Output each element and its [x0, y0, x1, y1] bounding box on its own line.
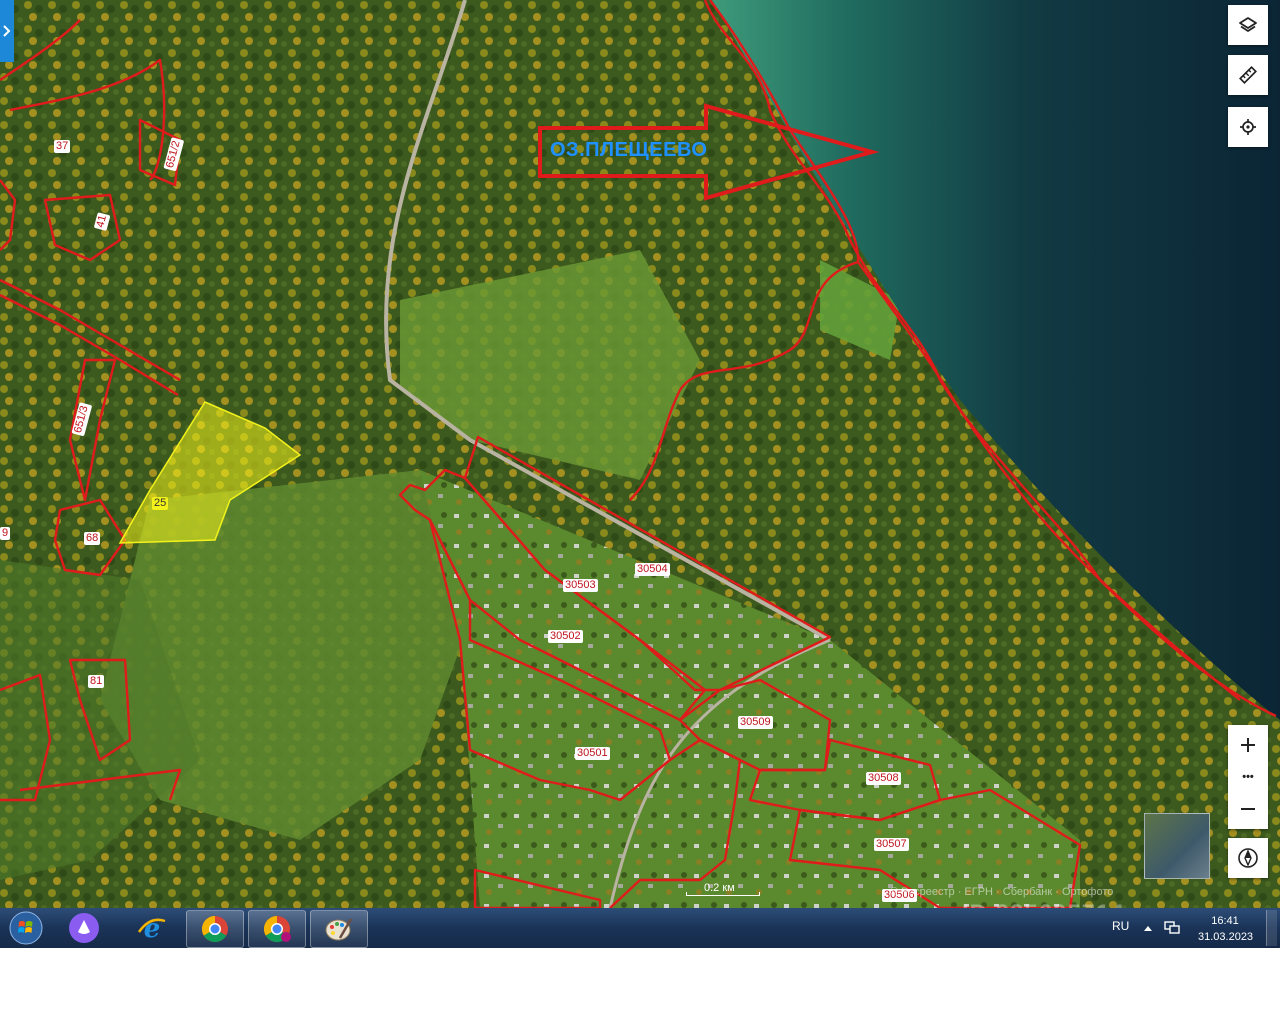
parcel-label-30501[interactable]: 30501 — [575, 747, 610, 760]
sidebar-toggle-button[interactable] — [0, 0, 14, 62]
parcel-label-30509[interactable]: 30509 — [738, 716, 773, 729]
show-desktop-button[interactable] — [1266, 910, 1277, 946]
taskbar-chrome-1[interactable] — [186, 910, 244, 948]
minus-icon — [1241, 808, 1255, 810]
language-indicator[interactable]: RU — [1112, 919, 1129, 933]
paint-icon — [325, 918, 353, 941]
taskbar-ie[interactable]: e — [128, 910, 176, 946]
lake-arrow — [538, 103, 880, 201]
parcel-label-30502[interactable]: 30502 — [548, 630, 583, 643]
tray-clock[interactable]: 16:41 31.03.2023 — [1198, 913, 1254, 945]
parcel-label-9[interactable]: 9 — [0, 527, 11, 540]
tray-expand-icon[interactable] — [1143, 924, 1153, 932]
ruler-button[interactable] — [1228, 55, 1268, 95]
taskbar-chrome-2[interactable] — [248, 910, 306, 948]
locate-icon — [1240, 119, 1256, 135]
layers-button[interactable] — [1228, 5, 1268, 45]
layers-icon — [1239, 17, 1257, 32]
compass-icon — [1238, 848, 1258, 868]
zoom-controls: ••• — [1228, 725, 1268, 829]
ruler-icon — [1239, 66, 1257, 84]
taskbar-paint[interactable] — [310, 910, 368, 948]
minimap[interactable] — [1144, 813, 1210, 879]
windows-taskbar: e RU 16:41 31.03.2023 — [0, 908, 1280, 948]
start-orb-icon — [9, 911, 43, 945]
parcel-label-30504[interactable]: 30504 — [635, 563, 670, 576]
chevron-right-icon — [3, 25, 11, 37]
parcel-label-30503[interactable]: 30503 — [563, 579, 598, 592]
parcel-label-30508[interactable]: 30508 — [866, 772, 901, 785]
compass-button[interactable] — [1228, 838, 1268, 878]
svg-text:e: e — [144, 914, 161, 944]
parcel-label-25[interactable]: 25 — [152, 497, 169, 510]
parcel-label-37[interactable]: 37 — [54, 140, 71, 153]
start-button[interactable] — [4, 910, 48, 946]
parcel-label-81[interactable]: 81 — [88, 675, 105, 688]
parcel-label-30507[interactable]: 30507 — [874, 838, 909, 851]
alice-icon — [69, 913, 99, 943]
map-attribution: © Росреестр · ЕГРН · Сбербанк · Ортофото — [890, 886, 1114, 898]
map-viewport[interactable]: ОЗ.ПЛЕЩЕЕВО 37 651/2 41 651/3 25 68 9 81… — [0, 0, 1280, 908]
clock-time: 16:41 — [1211, 915, 1239, 927]
taskbar-alice[interactable] — [62, 910, 106, 946]
zoom-in-button[interactable] — [1228, 725, 1268, 765]
lake-label: ОЗ.ПЛЕЩЕЕВО — [550, 139, 708, 161]
scale-bar: 0.2 км — [686, 882, 776, 896]
locate-button[interactable] — [1228, 107, 1268, 147]
clock-date: 31.03.2023 — [1198, 931, 1254, 943]
network-icon[interactable] — [1164, 921, 1180, 935]
chrome-icon — [263, 915, 291, 943]
more-zoom-button[interactable]: ••• — [1228, 765, 1268, 789]
ie-icon: e — [137, 914, 166, 944]
plus-icon — [1241, 738, 1255, 752]
chrome-icon — [201, 915, 228, 943]
zoom-out-button[interactable] — [1228, 789, 1268, 829]
parcel-label-68[interactable]: 68 — [84, 532, 101, 545]
scale-bar-line — [686, 892, 760, 896]
